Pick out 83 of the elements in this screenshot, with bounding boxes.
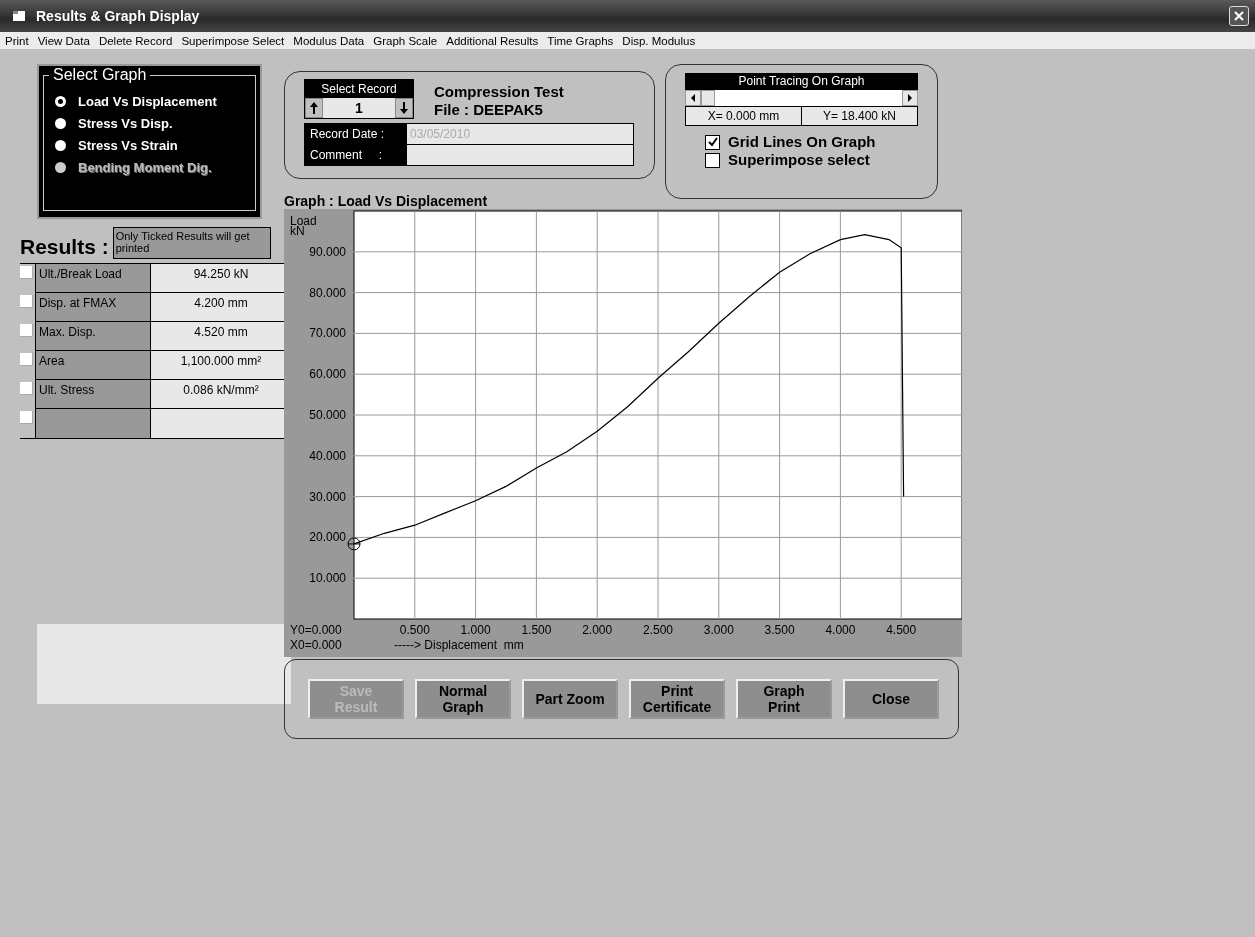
test-name: Compression Test — [434, 83, 564, 101]
action-button[interactable]: Part Zoom — [522, 679, 618, 719]
checkbox[interactable] — [20, 324, 33, 337]
y-tick-label: 20.000 — [309, 530, 346, 545]
checkbox[interactable] — [20, 382, 33, 395]
x-reading: X= 0.000 mm — [686, 107, 802, 125]
menu-item[interactable]: Superimpose Select — [181, 34, 285, 47]
y-reading: Y= 18.400 kN — [802, 107, 917, 125]
close-icon — [1233, 10, 1245, 22]
x-tick-label: 4.500 — [886, 623, 917, 637]
origin-label: Y0=0.000 — [290, 623, 342, 637]
y-tick-label: 60.000 — [309, 367, 346, 382]
x-tick-label: 0.500 — [399, 623, 430, 637]
graph-title: Graph : Load Vs Displacement — [284, 193, 489, 209]
scrollbar[interactable] — [685, 90, 918, 106]
tracing-title: Point Tracing On Graph — [685, 73, 918, 90]
action-button[interactable]: Print Certificate — [629, 679, 725, 719]
result-label: Ult./Break Load — [35, 264, 151, 293]
action-button[interactable]: Close — [843, 679, 939, 719]
radio-button[interactable] — [55, 118, 66, 129]
origin-label: X0=0.000 — [290, 638, 342, 652]
x-tick-label: 3.000 — [703, 623, 734, 637]
checkbox[interactable] — [20, 295, 33, 308]
result-label: Ult. Stress — [35, 380, 151, 409]
checkbox[interactable] — [20, 266, 33, 279]
panel-title: Select Graph — [49, 66, 151, 84]
menu-item[interactable]: Disp. Modulus — [622, 34, 696, 47]
y-tick-label: 40.000 — [309, 448, 346, 463]
menu-item[interactable]: Modulus Data — [293, 34, 365, 47]
x-tick-label: 3.500 — [764, 623, 795, 637]
menu-item[interactable]: Time Graphs — [547, 34, 614, 47]
field-label: Comment : — [305, 145, 407, 165]
checkbox[interactable] — [20, 353, 33, 366]
result-label: Max. Disp. — [35, 322, 151, 351]
up-arrow-button[interactable] — [305, 98, 323, 118]
text-field[interactable] — [407, 145, 633, 165]
radio-label[interactable]: Stress Vs Strain — [78, 138, 178, 153]
right-arrow-icon[interactable] — [907, 94, 913, 102]
selector-heading: Select Record — [320, 81, 398, 98]
cursor-marker — [347, 537, 361, 551]
y-tick-label: 70.000 — [309, 326, 346, 341]
left-arrow-icon[interactable] — [690, 94, 696, 102]
menu-item[interactable]: Graph Scale — [373, 34, 438, 47]
results-note: Only Ticked Results will get printed — [112, 227, 271, 259]
scroll-thumb[interactable] — [701, 90, 715, 106]
x-tick-label: 4.000 — [825, 623, 856, 637]
checkbox[interactable] — [705, 134, 720, 150]
radio-label[interactable]: Load Vs Displacement — [78, 94, 217, 109]
menu-item[interactable]: Additional Results — [446, 34, 539, 47]
menu-item[interactable]: Print — [5, 34, 29, 47]
checkbox-label[interactable]: Grid Lines On Graph — [728, 133, 876, 151]
field-label: Record Date : — [305, 124, 407, 144]
window-icon — [12, 10, 26, 22]
x-tick-label: 1.000 — [460, 623, 491, 637]
y-tick-label: 90.000 — [309, 244, 346, 259]
menu-item[interactable]: View Data — [37, 34, 90, 47]
results-title: Results : — [20, 235, 109, 259]
y-tick-label: 80.000 — [309, 285, 346, 300]
radio-button[interactable] — [55, 140, 66, 151]
close-button[interactable] — [1229, 6, 1249, 26]
y-tick-label: 10.000 — [309, 571, 346, 586]
x-axis-caption: -----> Displacement mm — [394, 638, 524, 652]
x-tick-label: 2.500 — [643, 623, 673, 637]
file-name: File : DEEPAK5 — [434, 101, 544, 119]
checkbox[interactable] — [705, 152, 720, 168]
record-number: 1 — [323, 98, 395, 118]
y-tick-label: 50.000 — [309, 408, 346, 422]
y-tick-label: 30.000 — [309, 489, 346, 504]
checkbox[interactable] — [20, 411, 33, 424]
down-arrow-button[interactable] — [395, 98, 413, 118]
radio-button[interactable] — [55, 96, 66, 107]
radio-label[interactable]: Stress Vs Disp. — [78, 116, 173, 131]
x-tick-label: 2.000 — [582, 623, 613, 637]
up-arrow-icon — [309, 101, 319, 115]
action-button[interactable]: Normal Graph — [415, 679, 511, 719]
down-arrow-icon — [399, 101, 409, 115]
result-label: Disp. at FMAX — [35, 293, 151, 322]
action-button[interactable]: Graph Print — [736, 679, 832, 719]
checkbox-label[interactable]: Superimpose select — [728, 151, 870, 169]
menu-item[interactable]: Delete Record — [98, 34, 173, 47]
x-tick-label: 1.500 — [521, 623, 552, 637]
result-label: Area — [35, 351, 151, 380]
window-title: Results & Graph Display — [36, 8, 201, 24]
